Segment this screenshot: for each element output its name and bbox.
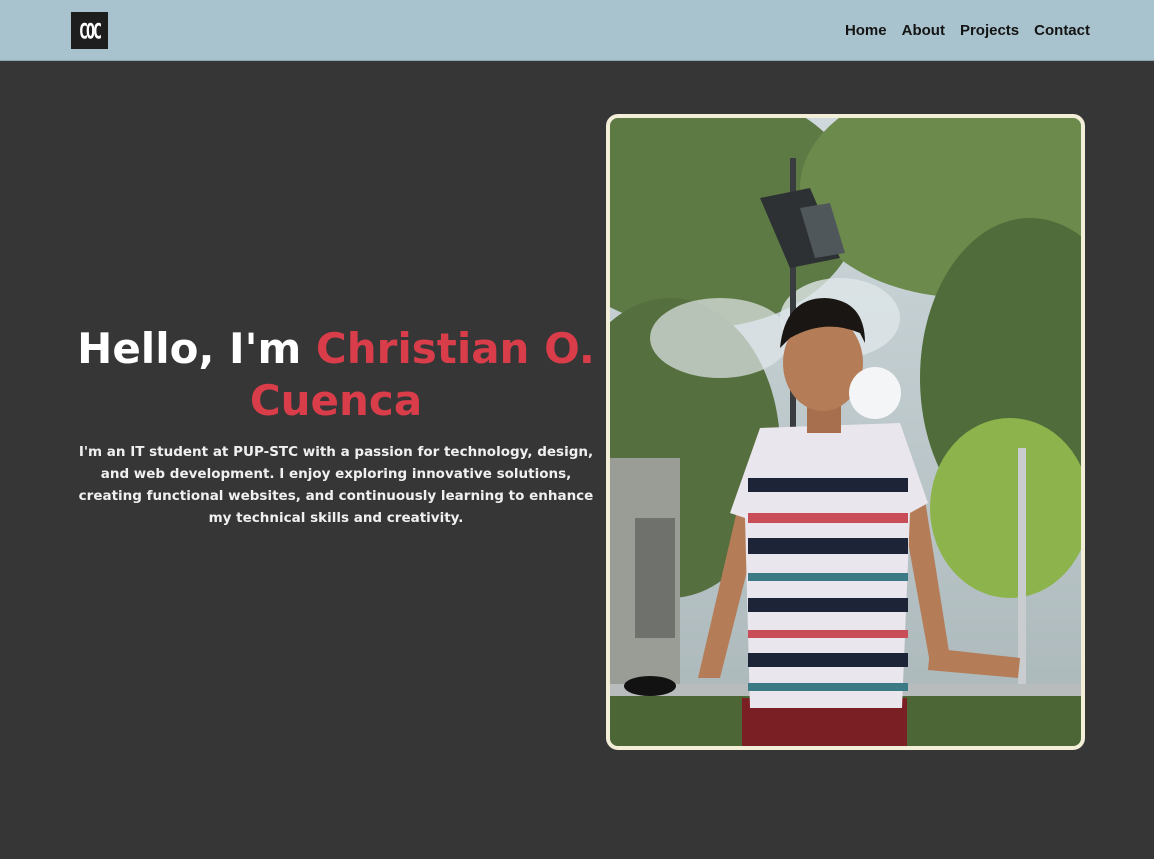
nav-links: Home About Projects Contact bbox=[845, 0, 1090, 61]
nav-about-link[interactable]: About bbox=[902, 22, 945, 39]
nav-projects-link[interactable]: Projects bbox=[960, 22, 1019, 39]
logo-text: COC bbox=[78, 17, 102, 44]
hero-title: Hello, I'm Christian O. Cuenca bbox=[66, 323, 606, 427]
nav-contact-link[interactable]: Contact bbox=[1034, 22, 1090, 39]
navbar: COC Home About Projects Contact bbox=[0, 0, 1154, 61]
hero-description: I'm an IT student at PUP-STC with a pass… bbox=[78, 444, 594, 526]
profile-photo-image bbox=[610, 118, 1081, 746]
profile-photo bbox=[606, 114, 1085, 750]
site-logo[interactable]: COC bbox=[71, 12, 108, 49]
hero-intro: Hello, I'm Christian O. Cuenca I'm an IT… bbox=[66, 323, 606, 529]
hero-greeting: Hello, I'm bbox=[77, 324, 316, 373]
nav-home-link[interactable]: Home bbox=[845, 22, 887, 39]
